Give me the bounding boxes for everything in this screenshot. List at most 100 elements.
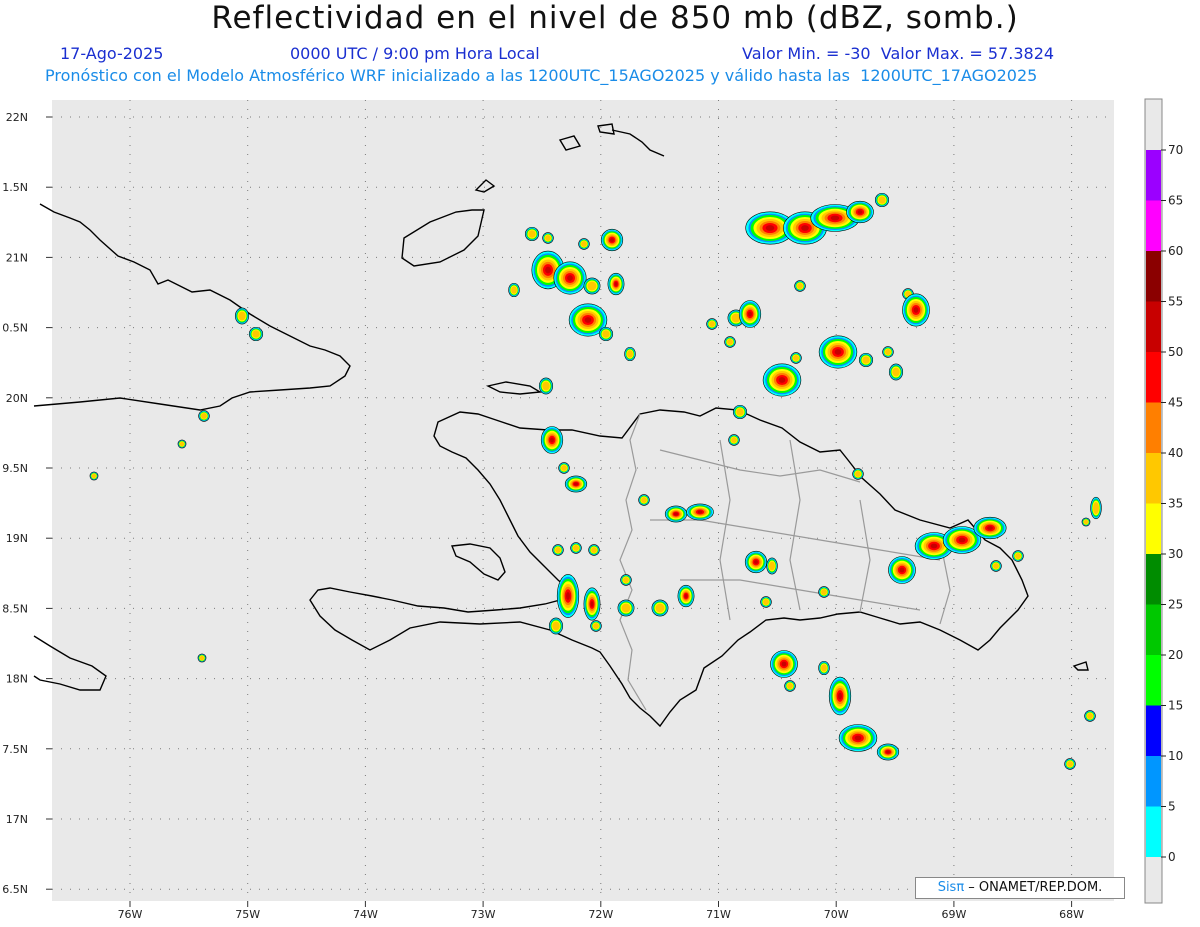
credit-box: Sisπ – ONAMET/REP.DOM. [915,877,1125,899]
storm-cell [762,363,802,397]
storm-cell [902,293,930,327]
colorbar-segment [1146,301,1161,352]
storm-cell [724,336,736,348]
lon-label: 76W [118,908,143,921]
colorbar-label: 55 [1168,295,1183,309]
colorbar-segment [1146,503,1161,554]
colorbar-segment [1146,150,1161,201]
storm-cell [620,574,632,586]
storm-cell [818,335,858,369]
storm-cell [583,277,601,295]
colorbar-segment [1146,352,1161,403]
colorbar-label: 60 [1168,244,1183,258]
storm-cell [818,586,830,598]
lon-label: 74W [353,908,378,921]
lat-label: 9.5N [2,462,28,475]
min-max-label: Valor Min. = -30 Valor Max. = 57.3824 [742,44,1055,63]
time-label: 0000 UTC / 9:00 pm Hora Local [290,44,540,63]
storm-cell [198,410,210,422]
colorbar: 7065605550454035302520151050 [1144,98,1183,904]
storm-cell [766,557,778,575]
colorbar-segment [1146,655,1161,706]
storm-cell [738,300,762,328]
storm-cell [548,617,564,635]
longitude-labels: 76W 75W 74W 73W 72W 71W 70W 69W 68W [118,908,1085,921]
colorbar-segment [1146,554,1161,605]
storm-cell [538,377,554,395]
storm-cell [664,505,688,523]
colorbar-label: 45 [1168,396,1183,410]
storm-cell [607,272,625,296]
storm-cell [882,346,894,358]
storm-cell [234,307,250,325]
credit-logo: Sisπ [937,880,965,895]
lat-label: 21N [6,251,28,264]
storm-cell [177,439,187,449]
storm-cell [1084,710,1096,722]
storm-cell [524,226,540,242]
storm-cell [852,468,864,480]
storm-cell [1012,550,1024,562]
storm-cell [638,494,650,506]
colorbar-label: 40 [1168,446,1183,460]
storm-cell [990,560,1002,572]
lat-label: 19N [6,532,28,545]
storm-cell [770,650,798,678]
colorbar-label: 5 [1168,800,1176,814]
lon-label: 73W [471,908,496,921]
lat-label: 0.5N [2,322,28,335]
colorbar-segment [1146,402,1161,453]
lat-label: 20N [6,392,28,405]
colorbar-label: 0 [1168,850,1176,864]
storm-cell [790,352,802,364]
forecast-note: Pronóstico con el Modelo Atmosférico WRF… [45,66,1038,85]
storm-cell [552,544,564,556]
lon-label: 70W [824,908,849,921]
lat-label: 8.5N [2,602,28,615]
storm-cell [578,238,590,250]
colorbar-label: 25 [1168,598,1183,612]
storm-cell [818,660,830,676]
storm-cell [677,584,695,608]
storm-cell [1081,517,1091,527]
lon-label: 71W [706,908,731,921]
storm-cell [876,743,900,761]
colorbar-label: 70 [1168,143,1183,157]
colorbar-segment [1146,604,1161,655]
storm-cell [1064,758,1076,770]
storm-cell [706,318,718,330]
storm-cell [590,620,602,632]
storm-cell [858,352,874,368]
storm-cell [874,192,890,208]
storm-cell [838,724,878,752]
colorbar-label: 30 [1168,547,1183,561]
lon-label: 69W [941,908,966,921]
date-label: 17-Ago-2025 [60,44,164,63]
colorbar-segment [1146,705,1161,756]
colorbar-label: 65 [1168,194,1183,208]
map-title: Reflectividad en el nivel de 850 mb (dBZ… [211,0,1019,36]
storm-cell [553,261,587,295]
storm-cell [651,599,669,617]
storm-cell [760,596,772,608]
storm-cell [556,574,580,618]
storm-cell [508,282,520,298]
colorbar-label: 35 [1168,497,1183,511]
lat-label: 18N [6,673,28,686]
storm-cell [588,544,600,556]
storm-cell [600,228,624,252]
storm-cell [828,676,852,716]
storm-cell [558,462,570,474]
storm-cell [197,653,207,663]
latitude-labels: 22N 1.5N 21N 0.5N 20N 9.5N 19N 8.5N 18N 7.5N 17N 6.… [2,111,28,896]
storm-cell [888,556,916,584]
storm-cell [686,503,714,521]
storm-cell [1090,496,1102,520]
storm-cell [564,475,588,493]
storm-cell [846,200,874,224]
reflectivity-map: 22N 1.5N 21N 0.5N 20N 9.5N 19N 8.5N 18N 7.5N 17N 6.… [2,98,1183,921]
lat-label: 17N [6,813,28,826]
storm-cell [888,363,904,381]
storm-cell [624,346,636,362]
storm-cell [542,232,554,244]
